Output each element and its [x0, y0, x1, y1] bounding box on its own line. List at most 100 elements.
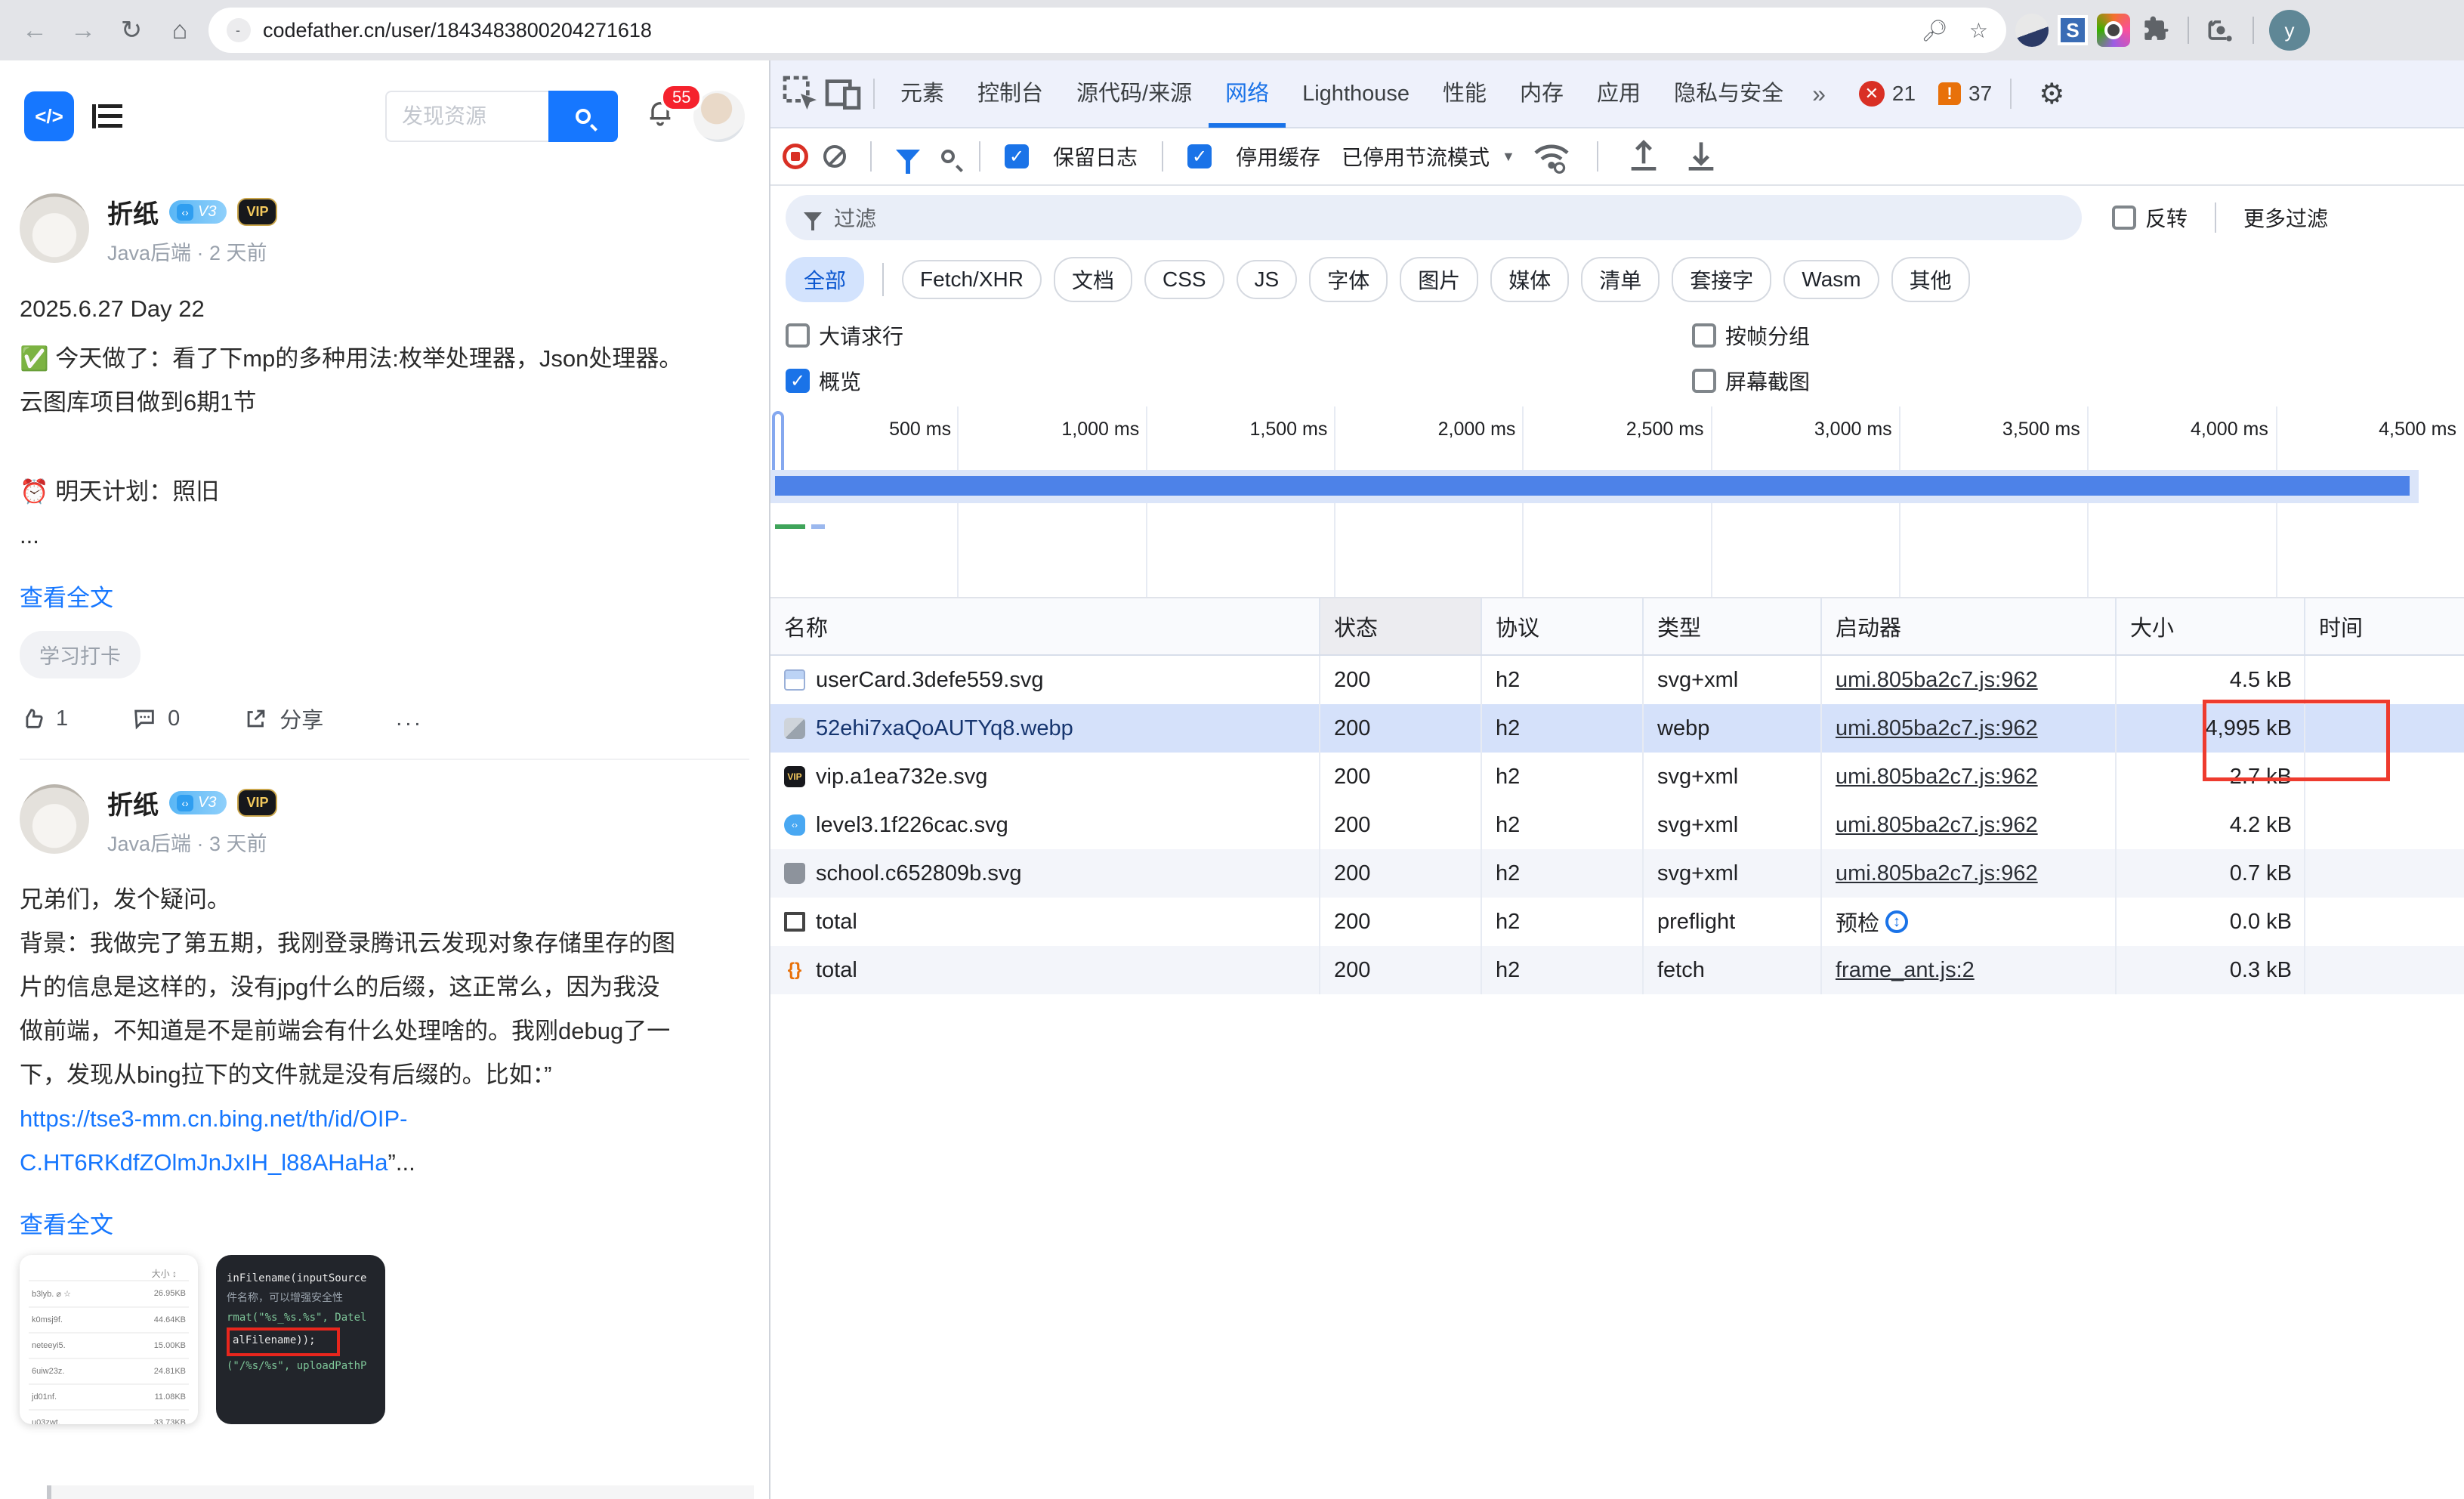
like-button[interactable]: 1 — [20, 706, 68, 731]
notification-bell[interactable]: 55 — [645, 98, 675, 134]
col-time[interactable]: 时间 — [2305, 598, 2464, 654]
post-author-name[interactable]: 折纸 — [107, 193, 159, 230]
tab-network[interactable]: 网络 — [1209, 60, 1286, 128]
disable-cache-checkbox[interactable] — [1187, 144, 1212, 168]
search-network-icon[interactable] — [941, 150, 955, 163]
request-row[interactable]: VIPvip.a1ea732e.svg 200 h2 svg+xml umi.8… — [770, 753, 2464, 801]
invert-checkbox[interactable] — [2112, 206, 2136, 230]
attachment-code-image[interactable]: inFilename(inputSource 件名称，可以增强安全性 rmat(… — [216, 1255, 385, 1424]
tab-memory[interactable]: 内存 — [1503, 60, 1580, 128]
chip-other[interactable]: 其他 — [1891, 257, 1970, 302]
request-row[interactable]: school.c652809b.svg 200 h2 svg+xml umi.8… — [770, 849, 2464, 898]
site-logo[interactable]: </> — [24, 91, 74, 141]
chip-doc[interactable]: 文档 — [1054, 257, 1132, 302]
request-row[interactable]: total 200 h2 preflight 预检↕ 0.0 kB — [770, 898, 2464, 946]
post-more-button[interactable]: ... — [396, 706, 423, 731]
export-har-icon[interactable] — [1680, 135, 1722, 178]
chip-wasm[interactable]: Wasm — [1783, 260, 1879, 299]
chip-socket[interactable]: 套接字 — [1672, 257, 1771, 302]
overview-selection-bar[interactable] — [775, 476, 2410, 496]
clear-network-log-icon[interactable] — [823, 145, 846, 168]
network-conditions-icon[interactable] — [1530, 135, 1573, 178]
request-row[interactable]: {}total 200 h2 fetch frame_ant.js:2 0.3 … — [770, 946, 2464, 994]
menu-icon[interactable] — [92, 104, 122, 128]
post-author-name[interactable]: 折纸 — [107, 784, 159, 821]
post-author-avatar[interactable] — [20, 784, 89, 854]
chip-css[interactable]: CSS — [1144, 260, 1224, 299]
overview-checkbox[interactable] — [786, 369, 810, 393]
col-status[interactable]: 状态 — [1320, 598, 1482, 654]
search-input[interactable] — [385, 91, 548, 142]
more-tabs-icon[interactable]: » — [1800, 80, 1838, 108]
col-size[interactable]: 大小 — [2117, 598, 2305, 654]
col-protocol[interactable]: 协议 — [1482, 598, 1644, 654]
chip-manifest[interactable]: 清单 — [1581, 257, 1660, 302]
read-more-link[interactable]: 查看全文 — [20, 579, 113, 613]
request-row-selected[interactable]: 52ehi7xaQoAUTYq8.webp 200 h2 webp umi.80… — [770, 704, 2464, 753]
forward-icon[interactable]: → — [63, 11, 103, 50]
extensions-puzzle-icon[interactable] — [2139, 14, 2172, 47]
inspect-element-icon[interactable] — [780, 73, 822, 115]
group-by-frame-checkbox[interactable] — [1692, 323, 1716, 348]
back-icon[interactable]: ← — [15, 11, 54, 50]
tab-application[interactable]: 应用 — [1580, 60, 1657, 128]
import-har-icon[interactable] — [1623, 135, 1665, 178]
site-settings-icon[interactable]: - — [227, 18, 251, 42]
external-link[interactable]: https://tse3-mm.cn.bing.net/th/id/OIP- — [20, 1097, 749, 1141]
devtools-settings-icon[interactable]: ⚙ — [2039, 77, 2064, 111]
request-row[interactable]: userCard.3defe559.svg 200 h2 svg+xml umi… — [770, 656, 2464, 704]
screenshots-checkbox[interactable] — [1692, 369, 1716, 393]
chip-all[interactable]: 全部 — [786, 257, 864, 302]
col-initiator[interactable]: 启动器 — [1822, 598, 2117, 654]
bookmark-star-icon[interactable]: ☆ — [1969, 18, 1988, 43]
reload-icon[interactable]: ↻ — [112, 11, 151, 50]
chip-media[interactable]: 媒体 — [1490, 257, 1569, 302]
tab-privacy-security[interactable]: 隐私与安全 — [1657, 60, 1800, 128]
initiator-link[interactable]: umi.805ba2c7.js:962 — [1836, 668, 2038, 693]
more-filters-button[interactable]: 更多过滤 — [2243, 202, 2328, 233]
initiator-link[interactable]: frame_ant.js:2 — [1836, 958, 1975, 983]
extension-icon[interactable] — [2015, 14, 2049, 47]
chip-js[interactable]: JS — [1237, 260, 1298, 299]
chip-fetch-xhr[interactable]: Fetch/XHR — [902, 260, 1042, 299]
preserve-log-checkbox[interactable] — [1005, 144, 1029, 168]
initiator-link[interactable]: umi.805ba2c7.js:962 — [1836, 765, 2038, 790]
filter-icon[interactable] — [896, 150, 920, 163]
tab-sources[interactable]: 源代码/来源 — [1060, 60, 1209, 128]
tab-console[interactable]: 控制台 — [961, 60, 1060, 128]
browser-profile-avatar[interactable]: y — [2269, 10, 2310, 51]
chip-font[interactable]: 字体 — [1309, 257, 1388, 302]
share-button[interactable]: 分享 — [243, 703, 323, 734]
initiator-link[interactable]: umi.805ba2c7.js:962 — [1836, 813, 2038, 838]
post-author-avatar[interactable] — [20, 193, 89, 263]
big-request-rows-checkbox[interactable] — [786, 323, 810, 348]
network-overview-timeline[interactable]: 500 ms 1,000 ms 1,500 ms 2,000 ms 2,500 … — [770, 406, 2464, 598]
error-count[interactable]: 21 — [1892, 82, 1916, 106]
tab-elements[interactable]: 元素 — [884, 60, 961, 128]
tab-performance[interactable]: 性能 — [1426, 60, 1503, 128]
device-toolbar-icon[interactable] — [822, 73, 864, 115]
initiator-link[interactable]: umi.805ba2c7.js:962 — [1836, 861, 2038, 886]
record-network-log-icon[interactable] — [783, 144, 808, 169]
zoom-icon[interactable]: 🔎︎ — [1921, 18, 1948, 43]
disable-cache-label[interactable]: 停用缓存 — [1236, 141, 1320, 172]
throttling-select[interactable]: 已停用节流模式 ▼ — [1342, 141, 1515, 172]
initiator-link[interactable]: umi.805ba2c7.js:962 — [1836, 716, 2038, 741]
filter-input[interactable]: 过滤 — [786, 195, 2082, 240]
address-bar[interactable]: - codefather.cn/user/1843483800204271618… — [208, 8, 2006, 53]
warning-count[interactable]: 37 — [1968, 82, 1992, 106]
search-button[interactable] — [548, 91, 618, 142]
read-more-link[interactable]: 查看全文 — [20, 1206, 113, 1240]
url-text[interactable]: codefather.cn/user/1843483800204271618 — [263, 19, 1909, 42]
preserve-log-label[interactable]: 保留日志 — [1053, 141, 1138, 172]
post-tag[interactable]: 学习打卡 — [20, 631, 140, 678]
extension-s-icon[interactable]: S — [2058, 15, 2088, 45]
screenshot-extension-icon[interactable] — [2097, 14, 2130, 47]
comment-button[interactable]: 0 — [131, 706, 180, 731]
attachment-file-list-image[interactable]: 大小 ↕ b3lyb. ⌀ ☆26.95KB k0msj9f.44.64KB n… — [20, 1255, 198, 1424]
col-name[interactable]: 名称 — [770, 598, 1320, 654]
chip-img[interactable]: 图片 — [1400, 257, 1478, 302]
invert-label[interactable]: 反转 — [2145, 202, 2188, 233]
home-icon[interactable]: ⌂ — [160, 11, 199, 50]
col-type[interactable]: 类型 — [1644, 598, 1822, 654]
